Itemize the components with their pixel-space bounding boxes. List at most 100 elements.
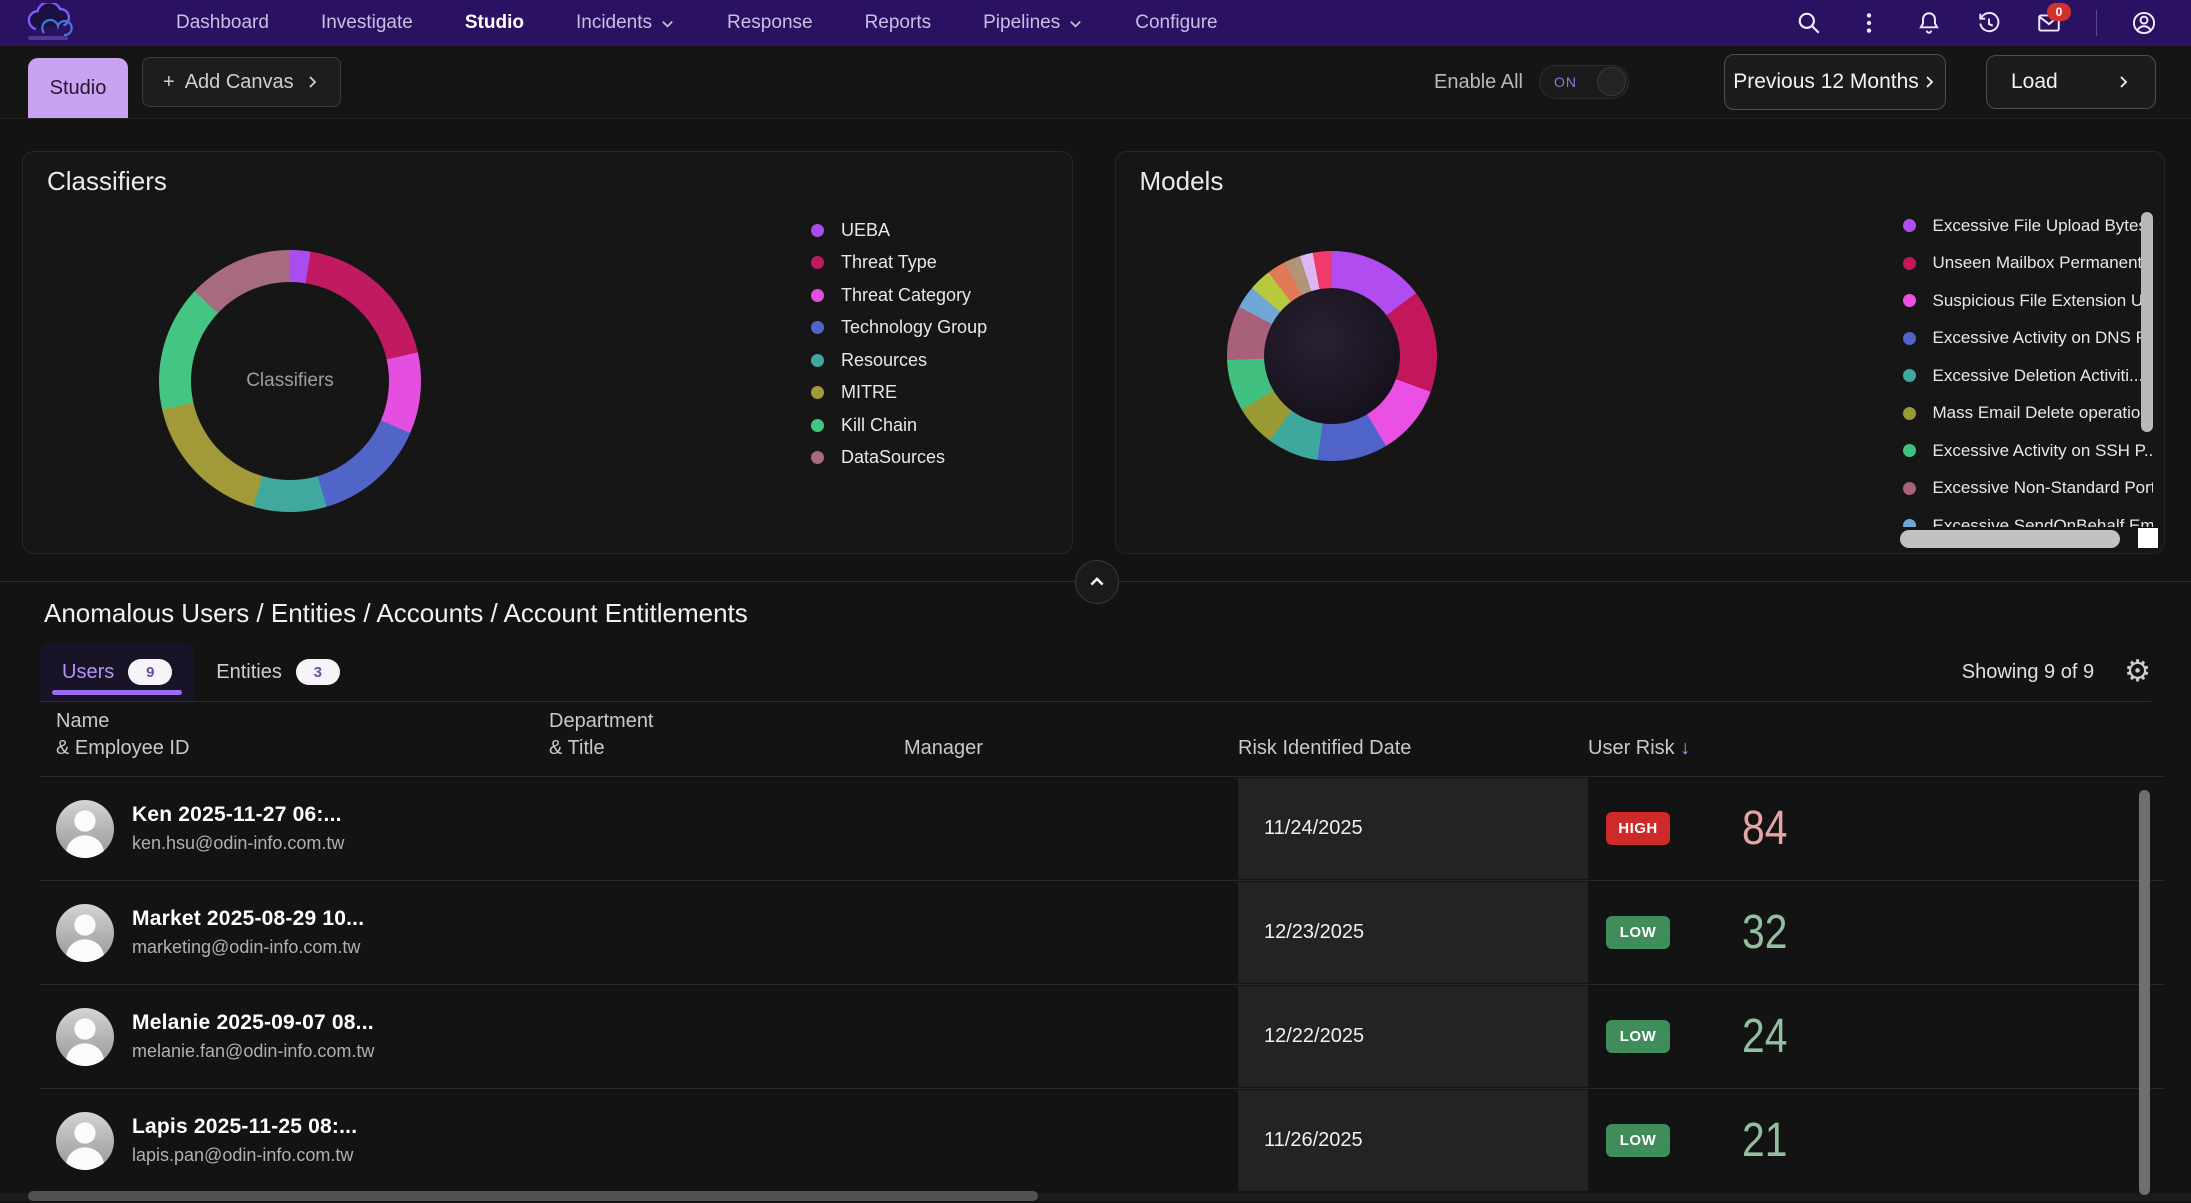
nav-item-dashboard[interactable]: Dashboard <box>150 0 295 46</box>
legend-item-mitre[interactable]: MITRE <box>811 377 987 410</box>
column-header--employee-id[interactable]: Name& Employee ID <box>56 708 549 776</box>
legend-dot-icon <box>811 451 824 464</box>
sort-desc-icon[interactable]: ↓ <box>1675 737 1691 759</box>
account-icon[interactable] <box>2131 10 2157 36</box>
legend-label: Excessive File Upload Bytes... <box>1933 216 2153 236</box>
legend-item-threat-category[interactable]: Threat Category <box>811 279 987 312</box>
mail-icon[interactable]: 0 <box>2036 10 2062 36</box>
tab-users[interactable]: Users 9 <box>40 643 194 701</box>
user-name[interactable]: Ken 2025-11-27 06:... <box>132 803 344 827</box>
nav-item-incidents[interactable]: Incidents <box>550 0 701 46</box>
legend-label: Kill Chain <box>841 415 917 436</box>
user-name[interactable]: Lapis 2025-11-25 08:... <box>132 1115 357 1139</box>
legend-dot-icon <box>1903 219 1916 232</box>
user-email: lapis.pan@odin-info.com.tw <box>132 1145 357 1166</box>
tab-entities-count: 3 <box>296 659 340 685</box>
legend-item-excessive-non-standard-port-[interactable]: Excessive Non-Standard Port. <box>1903 470 2153 508</box>
search-icon[interactable] <box>1796 10 1822 36</box>
table-row[interactable]: Market 2025-08-29 10...marketing@odin-in… <box>40 880 2165 984</box>
user-risk-cell: LOW21 <box>1588 1113 2165 1168</box>
legend-item-threat-type[interactable]: Threat Type <box>811 247 987 280</box>
section-title: Anomalous Users / Entities / Accounts / … <box>44 598 2191 629</box>
nav-item-label: Dashboard <box>176 12 269 34</box>
classifiers-panel-title: Classifiers <box>47 166 167 197</box>
risk-score: 32 <box>1742 905 1787 960</box>
table-row[interactable]: Melanie 2025-09-07 08...melanie.fan@odin… <box>40 984 2165 1088</box>
toggle-knob-icon <box>1597 67 1626 96</box>
legend-item-excessive-deletion-activiti-[interactable]: Excessive Deletion Activiti... <box>1903 357 2153 395</box>
tab-users-count: 9 <box>128 659 172 685</box>
load-button[interactable]: Load <box>1986 55 2156 109</box>
legend-dot-icon <box>1903 332 1916 345</box>
models-legend-horizontal-scrollbar[interactable] <box>1900 530 2120 548</box>
legend-item-technology-group[interactable]: Technology Group <box>811 312 987 345</box>
canvas-tab-label: Studio <box>50 77 107 100</box>
nav-item-pipelines[interactable]: Pipelines <box>957 0 1109 46</box>
models-panel-title: Models <box>1140 166 1224 197</box>
nav-item-label: Studio <box>465 12 524 34</box>
user-risk-cell: HIGH84 <box>1588 801 2165 856</box>
canvas-tab-studio[interactable]: Studio <box>28 58 128 118</box>
legend-item-kill-chain[interactable]: Kill Chain <box>811 409 987 442</box>
collapse-panels-button[interactable] <box>1075 560 1119 604</box>
add-canvas-label: Add Canvas <box>185 71 294 94</box>
table-settings-gear-icon[interactable]: ⚙ <box>2124 657 2151 687</box>
models-donut-chart[interactable] <box>1227 251 1437 461</box>
column-header-risk-identified-date[interactable]: Risk Identified Date <box>1238 708 1588 776</box>
chevron-right-icon <box>2115 74 2131 90</box>
tab-entities[interactable]: Entities 3 <box>194 643 362 701</box>
nav-item-response[interactable]: Response <box>701 0 839 46</box>
brand-logo[interactable] <box>14 2 110 44</box>
tab-users-label: Users <box>62 661 114 684</box>
column-header-user-risk[interactable]: User Risk ↓ <box>1588 708 2165 776</box>
showing-count: Showing 9 of 9 <box>1962 661 2094 684</box>
classifiers-legend: UEBAThreat Type Threat Category Technology… <box>811 214 987 474</box>
legend-item-datasources[interactable]: DataSources <box>811 442 987 475</box>
column-header--title[interactable]: Department& Title <box>549 708 904 776</box>
avatar <box>56 1112 114 1170</box>
legend-dot-icon <box>1903 369 1916 382</box>
classifiers-donut-chart[interactable]: Classifiers <box>159 250 421 512</box>
previous-12-months-button[interactable]: Previous 12 Months <box>1724 54 1946 110</box>
kebab-menu-icon[interactable] <box>1856 10 1882 36</box>
enable-all-toggle[interactable]: ON <box>1539 65 1629 99</box>
user-risk-cell: LOW 32 <box>1588 905 2165 960</box>
risk-identified-date-cell: 11/24/2025 <box>1238 778 1588 879</box>
tab-entities-label: Entities <box>216 661 282 684</box>
risk-identified-date-cell: 11/26/2025 <box>1238 1090 1588 1191</box>
nav-item-reports[interactable]: Reports <box>839 0 958 46</box>
legend-item-resources[interactable]: Resources <box>811 344 987 377</box>
user-name[interactable]: Market 2025-08-29 10... <box>132 907 364 931</box>
column-header-manager[interactable]: Manager <box>904 708 1238 776</box>
legend-item-mass-email-delete-operation-[interactable]: Mass Email Delete operation... <box>1903 395 2153 433</box>
legend-item-excessive-activity-on-ssh-p-[interactable]: Excessive Activity on SSH P... <box>1903 432 2153 470</box>
nav-item-label: Pipelines <box>983 12 1060 34</box>
legend-item-unseen-mailbox-permanent-d[interactable]: Unseen Mailbox Permanent D <box>1903 245 2153 283</box>
classifiers-donut-center-label: Classifiers <box>246 370 334 392</box>
risk-level-badge: LOW <box>1606 916 1670 949</box>
table-row[interactable]: Ken 2025-11-27 06:... ken.hsu@odin-info.c… <box>40 776 2165 880</box>
legend-item-excessive-activity-on-dns-p-[interactable]: Excessive Activity on DNS P... <box>1903 320 2153 358</box>
legend-item-excessive-file-upload-bytes-[interactable]: Excessive File Upload Bytes... <box>1903 207 2153 245</box>
user-email: ken.hsu@odin-info.com.tw <box>132 833 344 854</box>
add-canvas-button[interactable]: + Add Canvas <box>142 57 341 107</box>
nav-item-investigate[interactable]: Investigate <box>295 0 439 46</box>
history-icon[interactable] <box>1976 10 2002 36</box>
legend-dot-icon <box>811 386 824 399</box>
nav-item-configure[interactable]: Configure <box>1109 0 1243 46</box>
table-vertical-scrollbar[interactable] <box>2139 790 2150 1195</box>
legend-item-excessive-sendonbehalf-ema-[interactable]: Excessive SendOnBehalf Ema... <box>1903 507 2153 527</box>
legend-dot-icon <box>1903 519 1916 527</box>
notifications-bell-icon[interactable] <box>1916 10 1942 36</box>
models-legend-vertical-scrollbar[interactable] <box>2141 212 2153 432</box>
horizontal-scrollbar-thumb[interactable] <box>28 1191 1038 1201</box>
nav-item-studio[interactable]: Studio <box>439 0 550 46</box>
table-row[interactable]: Lapis 2025-11-25 08:... lapis.pan@odin-in… <box>40 1088 2165 1192</box>
legend-label: Threat Category <box>841 285 971 306</box>
scrollbar-corner <box>2138 528 2158 548</box>
legend-item-suspicious-file-extension-u-[interactable]: Suspicious File Extension U... <box>1903 282 2153 320</box>
legend-item-ueba[interactable]: UEBA <box>811 214 987 247</box>
risk-score: 21 <box>1742 1113 1787 1168</box>
user-name[interactable]: Melanie 2025-09-07 08... <box>132 1011 374 1035</box>
risk-identified-date-cell: 12/22/2025 <box>1238 986 1588 1087</box>
